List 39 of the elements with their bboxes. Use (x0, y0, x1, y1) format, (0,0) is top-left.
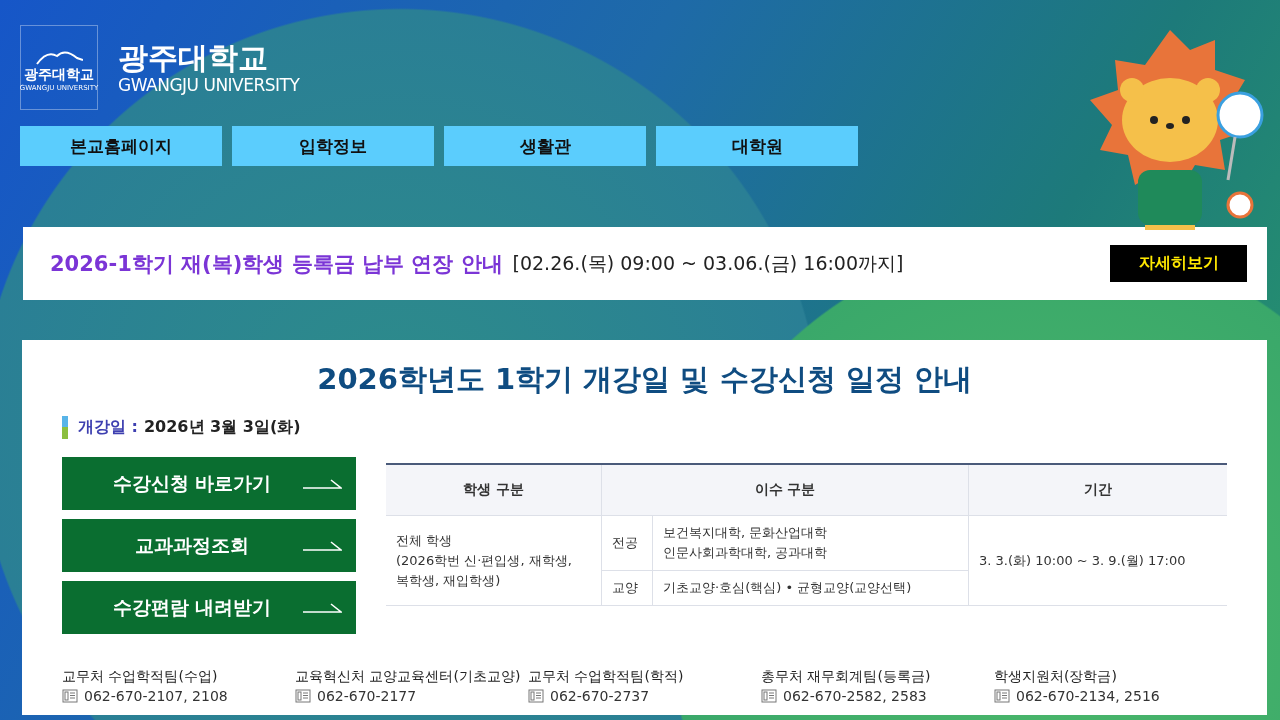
column-header: 이수 구분 (601, 464, 969, 516)
phone-icon (528, 689, 544, 703)
table-cell: 전공 (601, 515, 653, 571)
emblem-text: 광주대학교 (24, 65, 94, 84)
contact-team: 총무처 재무회계팀(등록금) (761, 668, 932, 686)
phone-icon (295, 689, 311, 703)
phone-number: 062-670-2582, 2583 (783, 688, 927, 704)
link-button[interactable]: 교과과정조회 (62, 519, 356, 572)
phone-icon (62, 689, 78, 703)
contact-team: 교무처 수업학적팀(수업) (62, 668, 219, 686)
nav-link[interactable]: 본교홈페이지 (20, 126, 222, 166)
contact-team: 교육혁신처 교양교육센터(기초교양) (295, 668, 522, 686)
table-cell: 전체 학생 (2026학번 신·편입생, 재학생, 복학생, 재입학생) (386, 515, 602, 606)
phone-number: 062-670-2177 (317, 688, 417, 704)
phone-number: 062-670-2107, 2108 (84, 688, 228, 704)
phone-icon (994, 689, 1010, 703)
notice-period: [02.26.(목) 09:00 ~ 03.06.(금) 16:00까지] (512, 250, 904, 276)
phone-icon (761, 689, 777, 703)
contact-team: 교무처 수업학적팀(학적) (528, 668, 685, 686)
start-date-value: 2026년 3월 3일(화) (143, 417, 301, 438)
nav-link[interactable]: 입학정보 (232, 126, 434, 166)
column-header: 기간 (968, 464, 1227, 516)
link-button[interactable]: 수강편람 내려받기 (62, 581, 356, 634)
university-name: 광주대학교 (118, 40, 269, 75)
phone-number: 062-670-2737 (550, 688, 650, 704)
nav-link[interactable]: 대학원 (656, 126, 858, 166)
contact-team: 학생지원처(장학금) (994, 668, 1118, 686)
link-button[interactable]: 수강신청 바로가기 (62, 457, 356, 510)
start-date-label: 개강일 : (78, 417, 138, 438)
university-english-name: GWANGJU UNIVERSITY (118, 74, 300, 95)
notice-title: 2026-1학기 재(복)학생 등록금 납부 연장 안내 (50, 250, 503, 278)
phone-number: 062-670-2134, 2516 (1016, 688, 1160, 704)
details-button[interactable]: 자세히보기 (1110, 245, 1247, 282)
nav-link[interactable]: 생활관 (444, 126, 646, 166)
page-title: 2026학년도 1학기 개강일 및 수강신청 일정 안내 (316, 361, 973, 398)
column-header: 학생 구분 (386, 464, 602, 516)
bullet-marker-icon (62, 416, 68, 439)
table-cell: 보건복지대학, 문화산업대학 인문사회과학대학, 공과대학 (652, 515, 969, 571)
table-cell: 교양 (601, 570, 653, 606)
